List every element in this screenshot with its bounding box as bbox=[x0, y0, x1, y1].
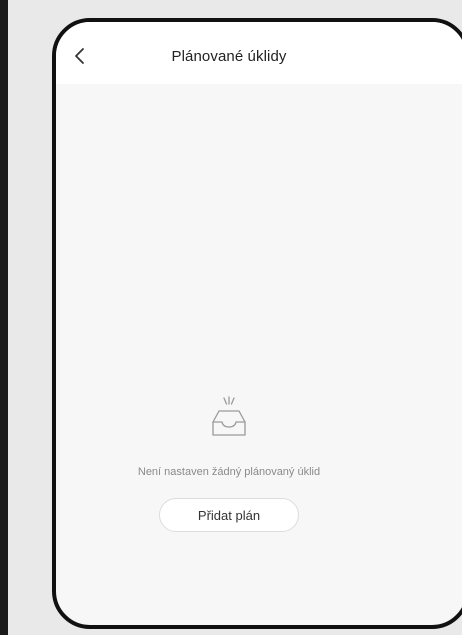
device-bezel-left bbox=[0, 0, 8, 635]
add-plan-button[interactable]: Přidat plán bbox=[159, 498, 299, 532]
empty-inbox-icon bbox=[212, 396, 246, 436]
page-title: Plánované úklidy bbox=[171, 48, 287, 65]
empty-state-message: Není nastaven žádný plánovaný úklid bbox=[137, 466, 321, 478]
empty-state: Není nastaven žádný plánovaný úklid Přid… bbox=[56, 394, 402, 532]
phone-screen: Plánované úklidy Není nastaven žádný plá… bbox=[52, 18, 462, 629]
header-bar: Plánované úklidy bbox=[56, 22, 462, 84]
